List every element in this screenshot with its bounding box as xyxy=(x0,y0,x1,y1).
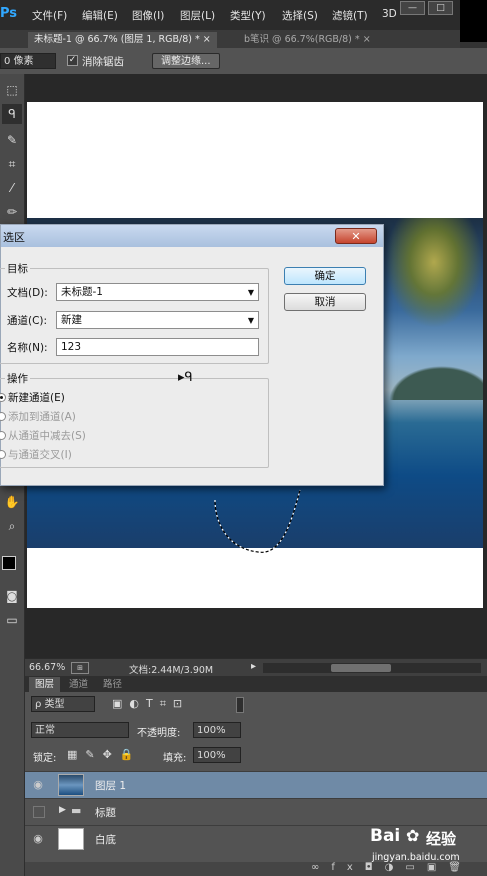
document-select[interactable]: 未标题-1 ▼ xyxy=(56,283,259,301)
horizontal-scrollbar[interactable] xyxy=(263,663,481,673)
document-label: 文档(D): xyxy=(7,287,48,299)
visibility-eye-icon[interactable]: ◉ xyxy=(31,778,45,792)
tab-layers[interactable]: 图层 xyxy=(29,677,61,692)
folder-icon: ▬ xyxy=(71,804,82,817)
tab-untitled-1[interactable]: 未标题-1 @ 66.7% (图层 1, RGB/8) * × xyxy=(28,32,217,48)
dialog-title: 选区 xyxy=(3,231,25,244)
status-menu-arrow-icon[interactable]: ▸ xyxy=(251,661,256,672)
ok-button[interactable]: 确定 xyxy=(284,267,366,285)
panel-tabs: 图层 通道 路径 xyxy=(25,676,487,692)
tab-close-icon[interactable]: × xyxy=(203,34,211,45)
opacity-label: 不透明度: xyxy=(137,728,181,739)
lasso-icon[interactable]: ᑫ xyxy=(2,104,22,124)
layer-filter-icons[interactable]: ▣◐T⌗⊡ xyxy=(112,697,189,711)
menu-3d[interactable]: 3D xyxy=(382,8,397,20)
hand-icon[interactable]: ✋ xyxy=(2,492,22,512)
pencil-icon[interactable]: ✏ xyxy=(2,202,22,222)
menu-image[interactable]: 图像(I) xyxy=(132,8,164,23)
dialog-close-button[interactable]: ✕ xyxy=(335,228,377,244)
layer-name[interactable]: 白底 xyxy=(95,832,116,847)
layer-thumbnail xyxy=(58,828,84,850)
channel-select[interactable]: 新建 ▼ xyxy=(56,311,259,329)
eyedropper-icon[interactable]: ⁄ xyxy=(2,178,22,198)
menu-type[interactable]: 类型(Y) xyxy=(230,8,266,23)
layer-name[interactable]: 标题 xyxy=(95,805,116,820)
menu-edit[interactable]: 编辑(E) xyxy=(82,8,118,23)
options-bar: 0 像素 ✓ 消除锯齿 调整边缘... xyxy=(0,48,487,75)
lasso-cursor-icon: ▸ᑫ xyxy=(178,370,193,385)
expand-arrow-icon[interactable]: ▶ xyxy=(59,805,66,815)
layer-name[interactable]: 图层 1 xyxy=(95,778,126,793)
dropdown-arrow-icon: ▼ xyxy=(247,316,254,325)
watermark-url: jingyan.baidu.com xyxy=(372,852,460,863)
save-selection-dialog: 选区 ✕ 目标 文档(D): 未标题-1 ▼ 通道(C): 新建 ▼ 名称(N): … xyxy=(0,224,384,486)
fill-input[interactable]: 100% xyxy=(193,747,241,763)
lock-label: 锁定: xyxy=(33,753,57,764)
zoom-level[interactable]: 66.67% xyxy=(29,662,65,673)
baidu-watermark: Bai ✿ 经验 jingyan.baidu.com xyxy=(370,826,487,876)
radio-intersect-label[interactable]: 与通道交叉(I) xyxy=(8,447,72,462)
tab-paths[interactable]: 路径 xyxy=(97,677,128,692)
filter-toggle[interactable] xyxy=(236,697,244,713)
foreground-color-swatch[interactable] xyxy=(2,556,16,570)
channel-label: 通道(C): xyxy=(7,315,48,327)
antialias-label: 消除锯齿 xyxy=(82,56,124,68)
watermark-brand-2: 经验 xyxy=(426,830,457,848)
visibility-toggle-empty[interactable] xyxy=(33,806,45,818)
brush-icon[interactable]: ✎ xyxy=(2,130,22,150)
dialog-titlebar[interactable]: 选区 ✕ xyxy=(1,225,383,247)
layer-row-title-group[interactable]: ▶ ▬ 标题 xyxy=(25,798,487,825)
document-tab-bar: 未标题-1 @ 66.7% (图层 1, RGB/8) * × b笔识 @ 66… xyxy=(0,30,460,48)
dropdown-arrow-icon: ▼ xyxy=(247,288,254,297)
paw-icon: ✿ xyxy=(406,826,420,845)
opacity-input[interactable]: 100% xyxy=(193,722,241,738)
layer-thumbnail xyxy=(58,774,84,796)
watermark-brand: Bai xyxy=(370,826,401,846)
radio-add-label[interactable]: 添加到通道(A) xyxy=(8,409,76,424)
name-label: 名称(N): xyxy=(7,342,48,354)
crop-icon[interactable]: ⌗ xyxy=(2,154,22,174)
layer-filter-select[interactable]: ρ 类型 xyxy=(31,696,95,712)
radio-new-channel-label[interactable]: 新建通道(E) xyxy=(8,390,65,405)
screen-mode-icon[interactable]: ▭ xyxy=(2,610,22,630)
zoom-icon[interactable]: ⌕ xyxy=(2,516,22,536)
antialias-checkbox[interactable]: ✓ xyxy=(67,55,78,66)
target-group-label: 目标 xyxy=(5,261,30,276)
cancel-button[interactable]: 取消 xyxy=(284,293,366,311)
radio-subtract-label[interactable]: 从通道中减去(S) xyxy=(8,428,86,443)
restore-button[interactable]: □ xyxy=(428,1,453,15)
photoshop-logo: Ps xyxy=(0,6,18,21)
layer-row-layer-1[interactable]: ◉ 图层 1 xyxy=(25,771,487,798)
fill-label: 填充: xyxy=(163,753,187,764)
menu-filter[interactable]: 滤镜(T) xyxy=(332,8,368,23)
blend-mode-select[interactable]: 正常 xyxy=(31,722,129,738)
menu-layer[interactable]: 图层(L) xyxy=(180,8,215,23)
marquee-icon[interactable]: ⬚ xyxy=(2,80,22,100)
tab-b-note[interactable]: b笔识 @ 66.7%(RGB/8) * × xyxy=(238,32,377,48)
lock-icons[interactable]: ▦✎✥🔒 xyxy=(67,748,142,761)
tab-channels[interactable]: 通道 xyxy=(63,677,94,692)
status-bar: 66.67% ⊞ 文档:2.44M/3.90M ▸ xyxy=(25,658,487,677)
menu-select[interactable]: 选择(S) xyxy=(282,8,318,23)
document-size: 文档:2.44M/3.90M xyxy=(129,665,214,676)
tab-close-icon[interactable]: × xyxy=(363,34,371,45)
minimize-button[interactable]: — xyxy=(400,1,425,15)
scrollbar-thumb[interactable] xyxy=(331,664,391,672)
menu-file[interactable]: 文件(F) xyxy=(32,8,67,23)
name-input[interactable]: 123 xyxy=(56,338,259,356)
screen-corner xyxy=(460,0,487,42)
window-controls: — □ xyxy=(398,0,458,16)
visibility-eye-icon[interactable]: ◉ xyxy=(31,832,45,846)
status-icon[interactable]: ⊞ xyxy=(71,662,89,674)
operation-group-label: 操作 xyxy=(5,371,30,386)
island-mountain xyxy=(380,360,483,400)
feather-input[interactable]: 0 像素 xyxy=(0,53,56,69)
refine-edge-button[interactable]: 调整边缘... xyxy=(152,53,220,69)
palm-leaves xyxy=(385,218,483,328)
quick-mask-icon[interactable]: ◙ xyxy=(2,586,22,606)
